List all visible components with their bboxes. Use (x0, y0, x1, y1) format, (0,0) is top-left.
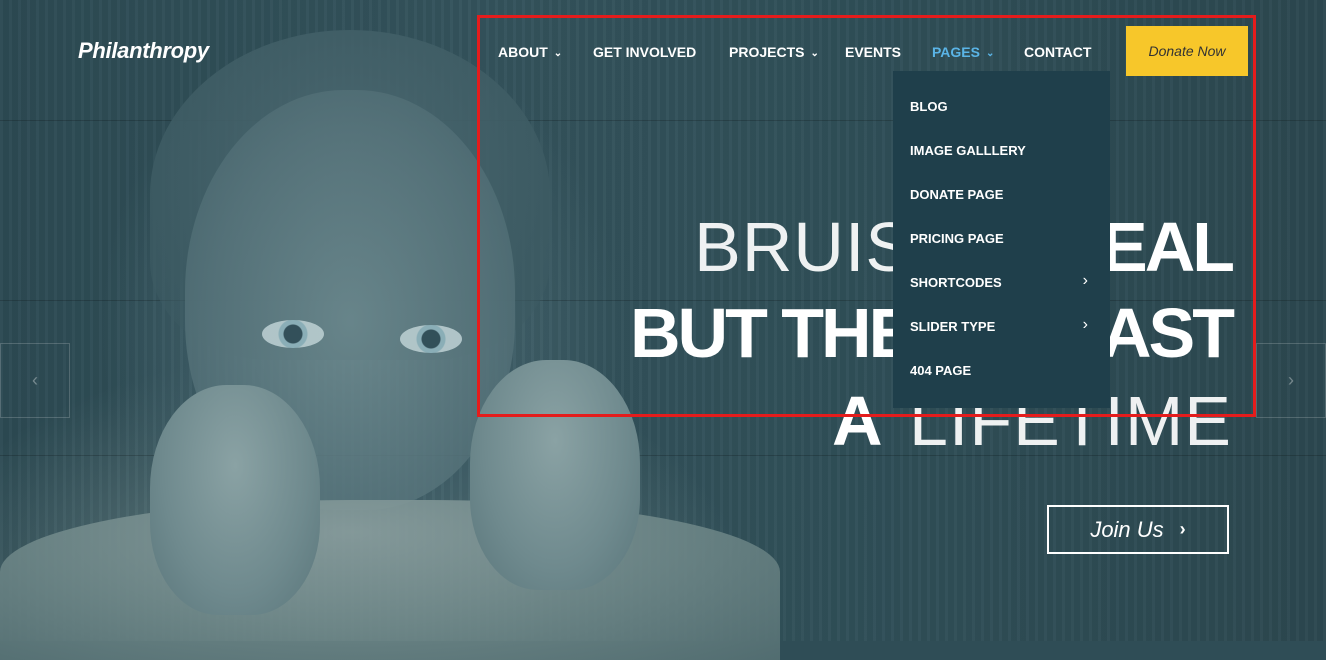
dropdown-item-pricing-page[interactable]: PRICING PAGE (910, 231, 1004, 246)
nav-item-contact[interactable]: CONTACT (1024, 44, 1091, 60)
chevron-right-icon: › (1288, 370, 1294, 390)
nav-item-about[interactable]: ABOUT ⌄ (498, 44, 562, 60)
pages-dropdown-menu: BLOG IMAGE GALLLERY DONATE PAGE PRICING … (893, 71, 1110, 408)
girl-hand-left (150, 385, 320, 615)
dropdown-item-image-gallery[interactable]: IMAGE GALLLERY (910, 143, 1026, 158)
site-logo[interactable]: Philanthropy (78, 38, 209, 64)
dropdown-item-donate-page[interactable]: DONATE PAGE (910, 187, 1003, 202)
dropdown-item-shortcodes[interactable]: SHORTCODES (910, 275, 1002, 290)
chevron-down-icon: ⌄ (810, 48, 819, 59)
chevron-down-icon: ⌄ (985, 48, 995, 59)
nav-item-get-involved[interactable]: GET INVOLVED (593, 44, 696, 60)
chevron-right-icon: › (1082, 272, 1088, 289)
dropdown-item-404-page[interactable]: 404 PAGE (910, 363, 971, 378)
headline-word-last: AST (1101, 294, 1235, 372)
join-us-button[interactable]: Join Us › (1047, 505, 1229, 554)
headline-word-a: A (831, 382, 883, 460)
girl-sweater (0, 500, 780, 660)
girl-eye-right (400, 325, 462, 353)
dropdown-item-slider-type[interactable]: SLIDER TYPE (910, 319, 995, 334)
headline-words-but-the: BUT THE (629, 294, 915, 372)
dropdown-item-blog[interactable]: BLOG (910, 99, 948, 114)
chevron-down-icon: ⌄ (553, 48, 563, 59)
donate-now-button[interactable]: Donate Now (1126, 26, 1248, 76)
nav-item-pages[interactable]: PAGES ⌄ (932, 44, 994, 60)
slider-prev-button[interactable]: ‹ (0, 343, 70, 418)
join-us-label: Join Us (1090, 516, 1164, 542)
chevron-right-icon: › (1082, 316, 1088, 333)
nav-item-events[interactable]: EVENTS (845, 44, 901, 60)
nav-item-projects[interactable]: PROJECTS ⌄ (729, 44, 819, 60)
slider-next-button[interactable]: › (1256, 343, 1326, 418)
girl-eye-left (262, 320, 324, 348)
chevron-left-icon: ‹ (32, 370, 38, 390)
girl-hand-right (470, 360, 640, 590)
chevron-right-icon: › (1179, 519, 1186, 539)
